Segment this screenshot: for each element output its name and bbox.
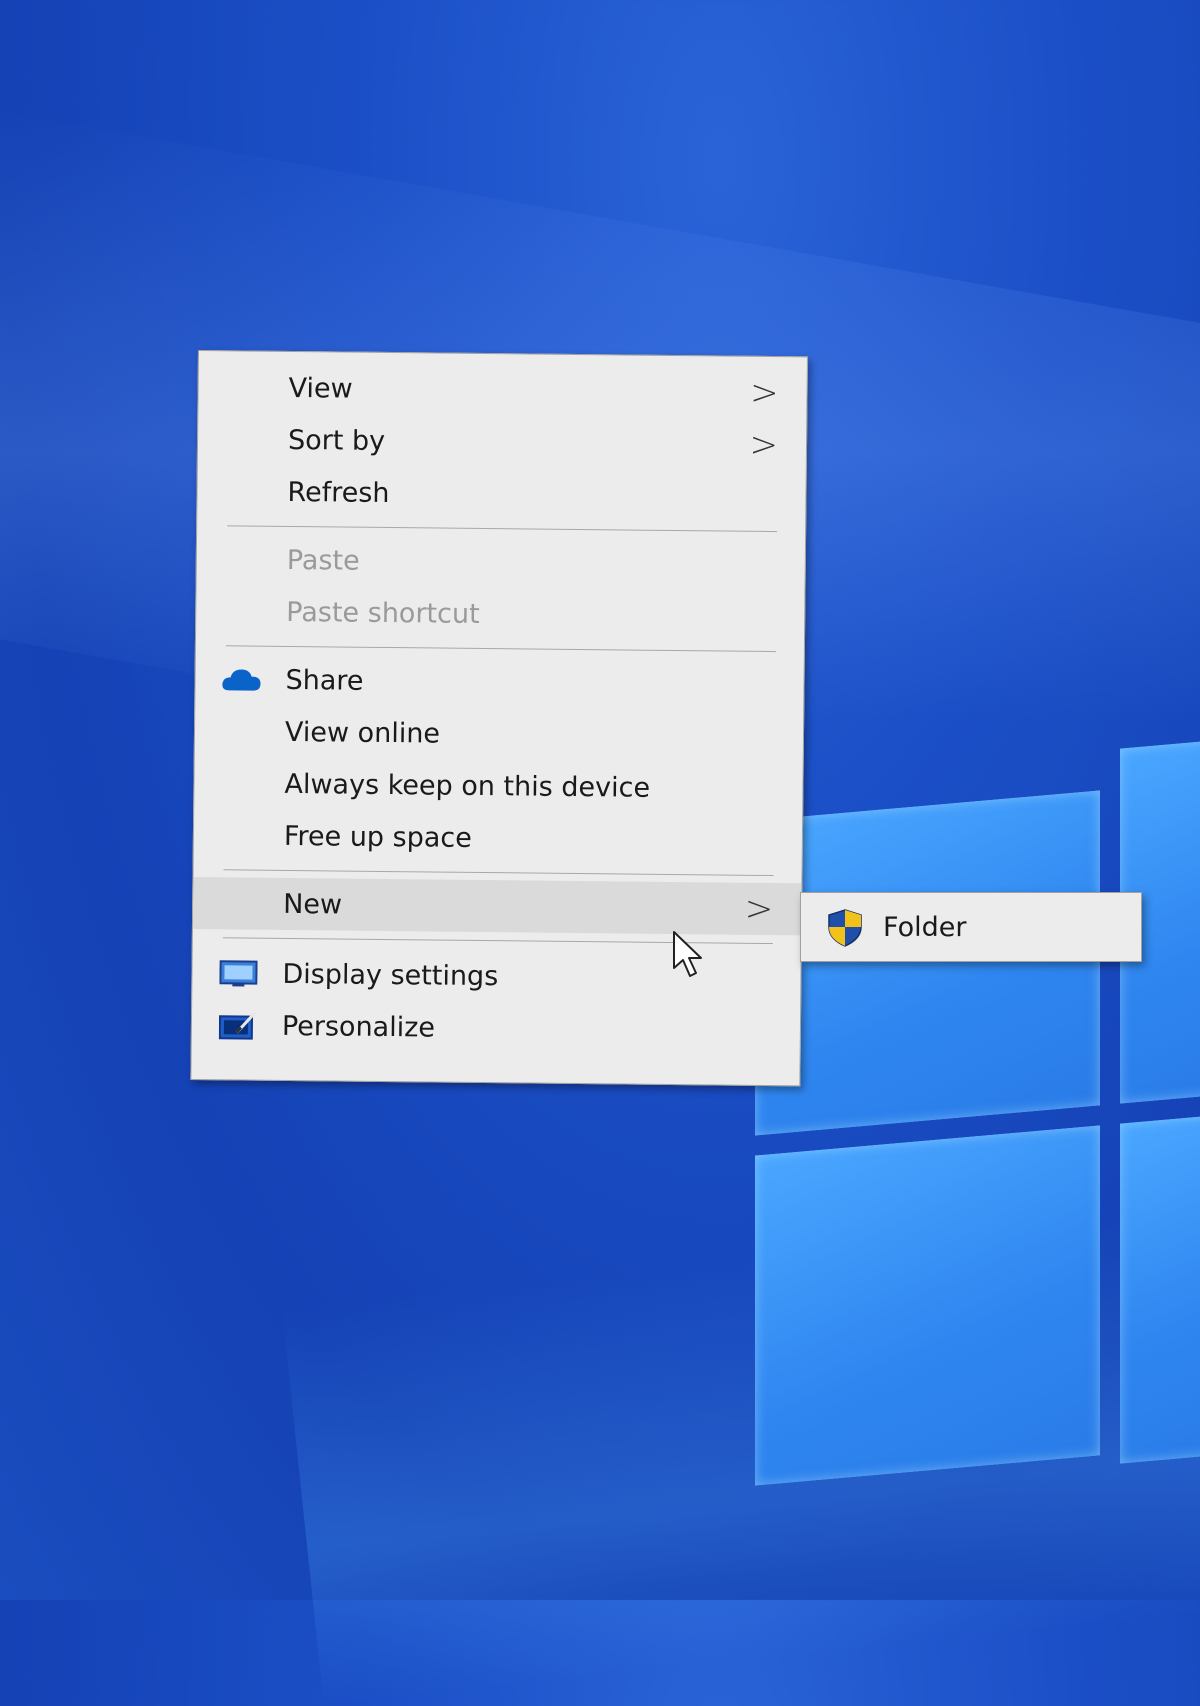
menu-item-always-keep-on-device[interactable]: Always keep on this device bbox=[194, 757, 803, 815]
windows-logo-wallpaper bbox=[755, 738, 1200, 1490]
menu-item-paste-shortcut: Paste shortcut bbox=[196, 585, 805, 643]
menu-item-label: Sort by bbox=[287, 424, 386, 457]
menu-item-label: Paste bbox=[286, 544, 360, 577]
menu-item-label: View bbox=[288, 372, 353, 405]
chevron-right-icon: > bbox=[744, 888, 774, 930]
menu-item-label: Free up space bbox=[283, 820, 472, 854]
display-settings-icon bbox=[218, 957, 258, 989]
menu-item-label: View online bbox=[284, 716, 441, 750]
menu-item-new[interactable]: New > bbox=[192, 876, 802, 936]
menu-item-paste: Paste bbox=[197, 533, 806, 591]
menu-item-refresh[interactable]: Refresh bbox=[197, 465, 806, 523]
onedrive-cloud-icon bbox=[221, 663, 261, 695]
menu-item-personalize[interactable]: Personalize bbox=[192, 999, 801, 1057]
menu-item-view[interactable]: View > bbox=[198, 361, 807, 419]
submenu-item-folder[interactable]: Folder bbox=[883, 912, 966, 943]
menu-separator bbox=[223, 869, 774, 877]
menu-item-label: Paste shortcut bbox=[286, 596, 480, 630]
menu-item-display-settings[interactable]: Display settings bbox=[192, 947, 801, 1005]
menu-separator bbox=[227, 525, 778, 533]
menu-item-label: Share bbox=[285, 664, 364, 697]
new-submenu: Folder bbox=[800, 892, 1142, 962]
menu-item-label: Display settings bbox=[282, 958, 499, 992]
mouse-cursor-icon bbox=[673, 931, 702, 977]
menu-item-label: Refresh bbox=[287, 476, 390, 509]
menu-item-share[interactable]: Share bbox=[195, 653, 804, 711]
menu-item-label: New bbox=[283, 888, 343, 921]
chevron-right-icon: > bbox=[749, 424, 779, 466]
menu-item-label: Personalize bbox=[281, 1010, 436, 1044]
menu-item-sort-by[interactable]: Sort by > bbox=[198, 413, 807, 471]
menu-item-view-online[interactable]: View online bbox=[195, 705, 804, 763]
desktop-context-menu: View > Sort by > Refresh Paste Paste sho… bbox=[190, 350, 808, 1087]
menu-separator bbox=[225, 645, 776, 653]
chevron-right-icon: > bbox=[749, 372, 779, 414]
menu-item-free-up-space[interactable]: Free up space bbox=[194, 809, 803, 867]
personalize-icon bbox=[218, 1009, 258, 1041]
menu-item-label: Always keep on this device bbox=[284, 768, 651, 804]
uac-shield-icon bbox=[827, 909, 863, 947]
